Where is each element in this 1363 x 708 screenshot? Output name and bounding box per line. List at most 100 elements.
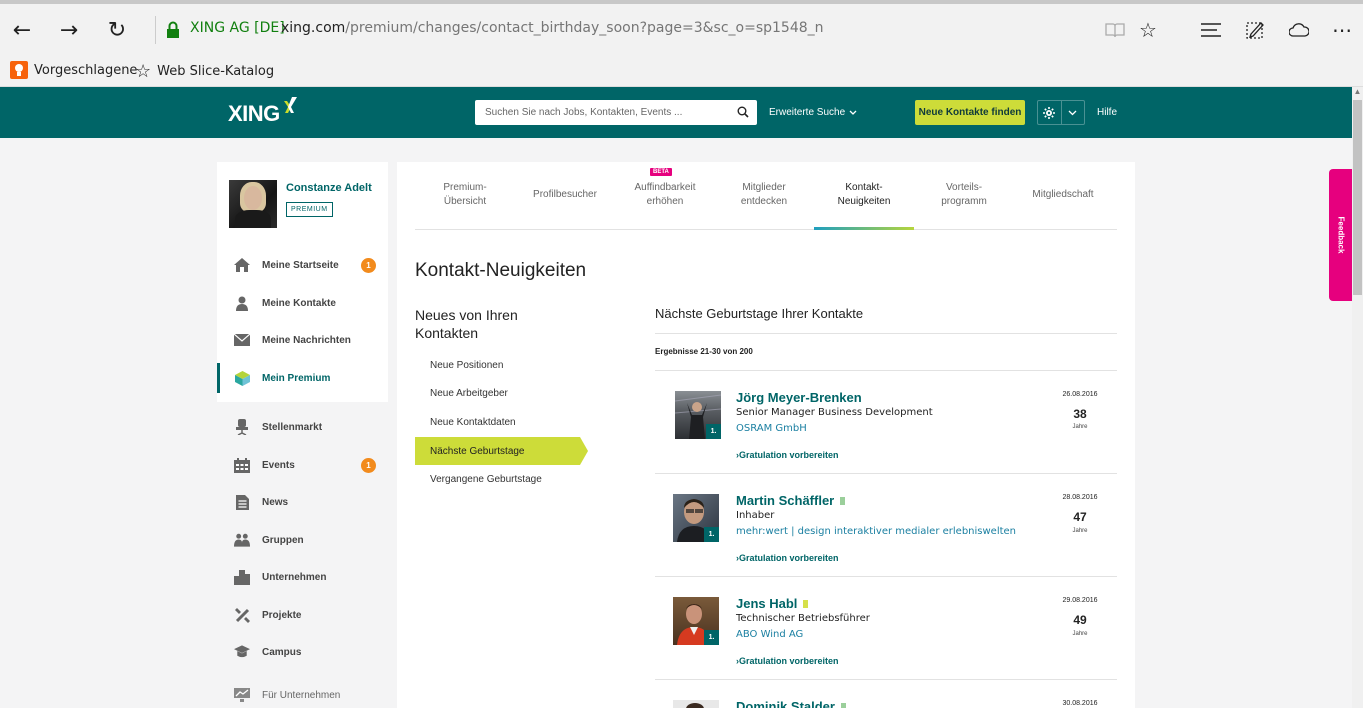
sidebar-item-stellenmarkt[interactable]: Stellenmarkt xyxy=(217,412,388,442)
contact-name-text: Jörg Meyer-Brenken xyxy=(736,390,862,405)
tab-mitgliedschaft[interactable]: Mitgliedschaft xyxy=(1022,188,1104,202)
chevron-down-icon xyxy=(849,110,857,115)
tab-kontakt-neuigkeiten[interactable]: Kontakt- Neuigkeiten xyxy=(824,181,904,209)
help-link[interactable]: Hilfe xyxy=(1097,107,1117,118)
more-icon[interactable]: ⋯ xyxy=(1328,16,1356,44)
tab-label: Vorteils- xyxy=(945,182,983,193)
subnav-neue-positionen[interactable]: Neue Positionen xyxy=(415,351,580,379)
sidebar-item-news[interactable]: News xyxy=(217,487,388,517)
active-tab-indicator xyxy=(814,227,914,230)
profile-name[interactable]: Constanze Adelt xyxy=(286,182,372,194)
premium-cube-icon xyxy=(234,370,250,386)
favorite-webslice-label: Web Slice-Katalog xyxy=(157,64,275,79)
tab-premium-uebersicht[interactable]: Premium- Übersicht xyxy=(428,181,502,209)
tabs-divider xyxy=(415,229,1117,230)
lightbulb-icon xyxy=(10,61,28,79)
share-icon[interactable] xyxy=(1285,16,1313,44)
favorite-star-icon[interactable]: ☆ xyxy=(1134,16,1162,44)
tab-auffindbarkeit[interactable]: Auffindbarkeit erhöhen xyxy=(624,181,706,209)
tab-label: entdecken xyxy=(740,196,788,207)
contact-role: Inhaber xyxy=(736,510,775,521)
hub-icon[interactable] xyxy=(1197,16,1225,44)
subnav-neue-arbeitgeber[interactable]: Neue Arbeitgeber xyxy=(415,379,580,407)
sidebar-item-fuer-unternehmen[interactable]: Für Unternehmen xyxy=(217,680,388,708)
search-icon[interactable] xyxy=(737,106,749,118)
scroll-up-arrow[interactable]: ▲ xyxy=(1352,87,1363,99)
refresh-icon[interactable]: ↻ xyxy=(101,14,133,46)
sidebar-item-unternehmen[interactable]: Unternehmen xyxy=(217,562,388,592)
birthday-age: 49 xyxy=(1073,613,1087,627)
web-note-icon[interactable] xyxy=(1241,16,1269,44)
tab-profilbesucher[interactable]: Profilbesucher xyxy=(524,188,606,202)
prepare-congratulation-link[interactable]: ›Gratulation vorbereiten xyxy=(736,450,839,460)
sidebar-item-gruppen[interactable]: Gruppen xyxy=(217,525,388,555)
sidebar-item-label: Mein Premium xyxy=(262,372,331,384)
sidebar-item-label: Projekte xyxy=(262,609,302,621)
tab-mitglieder-entdecken[interactable]: Mitglieder entdecken xyxy=(724,181,804,209)
address-bar[interactable]: xing.com/premium/changes/contact_birthda… xyxy=(281,20,824,36)
settings-menu[interactable] xyxy=(1037,100,1085,125)
sidebar-item-label: News xyxy=(262,496,289,508)
sidebar-item-projekte[interactable]: Projekte xyxy=(217,600,388,630)
contact-company[interactable]: OSRAM GmbH xyxy=(736,423,807,434)
contact-name[interactable]: Martin Schäffler xyxy=(736,493,846,508)
avatar[interactable] xyxy=(229,180,277,228)
reading-view-icon[interactable] xyxy=(1101,16,1129,44)
tab-label: erhöhen xyxy=(646,196,684,207)
contact-photo[interactable] xyxy=(673,700,719,708)
advanced-search-link[interactable]: Erweiterte Suche xyxy=(769,107,857,118)
sidebar-item-campus[interactable]: Campus xyxy=(217,637,388,667)
sidebar-item-label: Für Unternehmen xyxy=(262,689,341,701)
tab-label: programm xyxy=(941,196,987,207)
tab-vorteilsprogramm[interactable]: Vorteils-programm xyxy=(924,181,1004,209)
sidebar-item-nachrichten[interactable]: Meine Nachrichten xyxy=(217,325,388,355)
xing-logo[interactable]: XING xyxy=(228,97,298,127)
url-host: xing.com xyxy=(281,20,346,36)
contact-degree-badge: 1. xyxy=(706,424,721,439)
sidebar-item-premium[interactable]: Mein Premium xyxy=(217,363,388,393)
list-divider xyxy=(655,473,1117,474)
birthday-date: 29.08.2016 xyxy=(1062,597,1098,604)
contact-name-text: Dominik Stalder xyxy=(736,699,835,708)
contact-photo[interactable]: 1. xyxy=(675,391,721,439)
favorite-webslice[interactable]: ☆ Web Slice-Katalog xyxy=(135,61,274,82)
beta-badge: BETA xyxy=(650,168,672,176)
results-count: Ergebnisse 21-30 von 200 xyxy=(655,347,753,356)
sidebar-item-startseite[interactable]: Meine Startseite 1 xyxy=(217,250,388,280)
birthday-date: 30.08.2016 xyxy=(1062,700,1098,707)
sidebar-item-events[interactable]: Events 1 xyxy=(217,450,388,480)
contact-photo[interactable]: 1. xyxy=(673,597,719,645)
prepare-congratulation-link[interactable]: ›Gratulation vorbereiten xyxy=(736,656,839,666)
forward-icon[interactable]: → xyxy=(53,14,85,46)
contact-photo[interactable]: 1. xyxy=(673,494,719,542)
feedback-tab[interactable]: Feedback xyxy=(1329,169,1352,301)
gear-icon[interactable] xyxy=(1038,101,1061,124)
tab-label: Auffindbarkeit xyxy=(634,182,696,193)
settings-chevron-icon[interactable] xyxy=(1060,101,1084,124)
favorite-suggested[interactable]: Vorgeschlagene xyxy=(10,61,137,79)
contact-name[interactable]: Jens Habl xyxy=(736,596,809,611)
prepare-congratulation-link[interactable]: ›Gratulation vorbereiten xyxy=(736,553,839,563)
back-icon[interactable]: ← xyxy=(6,14,38,46)
search-input[interactable] xyxy=(475,100,725,125)
sidebar-item-kontakte[interactable]: Meine Kontakte xyxy=(217,288,388,318)
contact-company[interactable]: ABO Wind AG xyxy=(736,629,803,640)
subnav-vergangene-geburtstage[interactable]: Vergangene Geburtstage xyxy=(415,465,580,493)
notification-count-badge: 1 xyxy=(361,257,376,273)
subnav-neue-kontaktdaten[interactable]: Neue Kontaktdaten xyxy=(415,408,580,436)
find-contacts-button[interactable]: Neue Kontakte finden xyxy=(915,100,1025,125)
site-identity[interactable]: XING AG [DE] xyxy=(190,20,285,36)
tab-label: Profilbesucher xyxy=(533,189,597,200)
contact-name[interactable]: Jörg Meyer-Brenken xyxy=(736,390,862,405)
scroll-thumb[interactable] xyxy=(1353,100,1362,295)
tab-label: Premium- xyxy=(443,182,487,193)
feedback-label: Feedback xyxy=(1336,216,1346,254)
contact-company[interactable]: mehr:wert | design interaktiver medialer… xyxy=(736,526,1016,537)
favorite-suggested-label: Vorgeschlagene xyxy=(34,62,138,78)
subnav-naechste-geburtstage[interactable]: Nächste Geburtstage xyxy=(415,437,588,465)
sidebar-item-label: Meine Kontakte xyxy=(262,297,336,309)
contact-name[interactable]: Dominik Stalder xyxy=(736,699,846,708)
chair-icon xyxy=(234,419,250,435)
tab-label: Mitglieder xyxy=(742,182,786,193)
away-status-icon xyxy=(803,599,809,608)
